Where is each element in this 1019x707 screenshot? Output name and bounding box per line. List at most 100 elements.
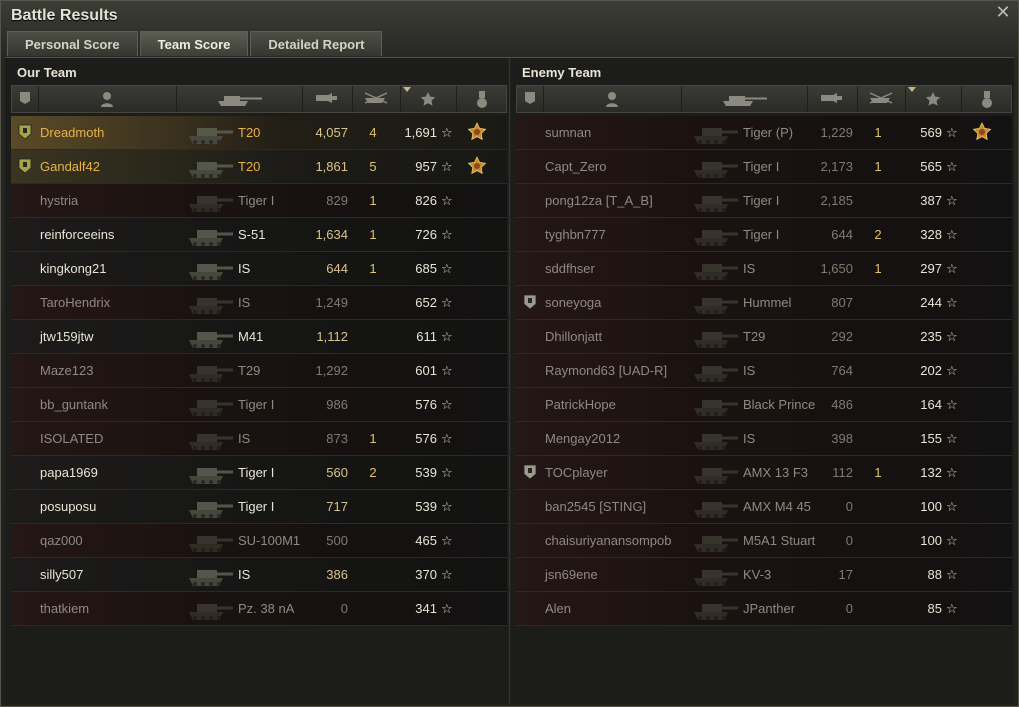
player-name: silly507 bbox=[40, 567, 84, 582]
medal-icon[interactable] bbox=[466, 150, 490, 183]
kills-value bbox=[868, 422, 888, 455]
column-squad-header[interactable] bbox=[12, 86, 39, 112]
star-icon: ☆ bbox=[946, 431, 958, 446]
player-name: jtw159jtw bbox=[40, 329, 94, 344]
damage-value: 0 bbox=[845, 499, 853, 514]
player-name: hystria bbox=[40, 193, 79, 208]
player-name: qaz000 bbox=[40, 533, 83, 548]
player-row[interactable]: Mengay2012 IS 398 155 ☆ bbox=[516, 422, 1012, 456]
star-icon: ☆ bbox=[441, 159, 453, 174]
experience-value: 132 bbox=[920, 465, 942, 480]
kills-value: 1 bbox=[369, 193, 377, 208]
player-row[interactable]: kingkong21 IS 644 1 685 ☆ bbox=[11, 252, 507, 286]
experience-value: 465 bbox=[415, 533, 437, 548]
column-player-header[interactable] bbox=[38, 86, 177, 112]
damage-value: 4,057 bbox=[315, 125, 348, 140]
column-damage-header[interactable] bbox=[807, 86, 858, 112]
column-player-header[interactable] bbox=[543, 86, 682, 112]
player-row[interactable]: Gandalf42 T20 1,861 5 957 ☆ bbox=[11, 150, 507, 184]
player-row[interactable]: Maze123 T29 1,292 601 ☆ bbox=[11, 354, 507, 388]
damage-value: 829 bbox=[326, 193, 348, 208]
damage-value: 112 bbox=[832, 465, 853, 480]
vehicle-icon bbox=[686, 422, 746, 455]
player-row[interactable]: papa1969 Tiger I 560 2 539 ☆ bbox=[11, 456, 507, 490]
player-row[interactable]: sddfhser IS 1,650 1 297 ☆ bbox=[516, 252, 1012, 286]
experience-value: 565 bbox=[920, 159, 942, 174]
vehicle-icon bbox=[181, 558, 241, 591]
damage-value: 986 bbox=[326, 397, 348, 412]
player-row[interactable]: reinforceeins S-51 1,634 1 726 ☆ bbox=[11, 218, 507, 252]
window-title: Battle Results bbox=[11, 7, 118, 24]
medal-icon[interactable] bbox=[466, 116, 490, 149]
experience-value: 685 bbox=[415, 261, 437, 276]
player-row[interactable]: chaisuriyanansompob M5A1 Stuart 0 100 ☆ bbox=[516, 524, 1012, 558]
column-vehicle-header[interactable] bbox=[681, 86, 808, 112]
player-row[interactable]: jsn69ene KV-3 17 88 ☆ bbox=[516, 558, 1012, 592]
star-icon: ☆ bbox=[946, 295, 958, 310]
player-row[interactable]: ban2545 [STING] AMX M4 45 0 100 ☆ bbox=[516, 490, 1012, 524]
experience-value: 576 bbox=[415, 397, 437, 412]
player-row[interactable]: ISOLATED IS 873 1 576 ☆ bbox=[11, 422, 507, 456]
column-medal-header[interactable] bbox=[961, 86, 1014, 112]
column-vehicle-header[interactable] bbox=[176, 86, 303, 112]
tab-personal-score[interactable]: Personal Score bbox=[7, 31, 138, 56]
kills-value: 5 bbox=[369, 159, 377, 174]
star-icon: ☆ bbox=[946, 533, 958, 548]
player-row[interactable]: pong12za [T_A_B] Tiger I 2,185 387 ☆ bbox=[516, 184, 1012, 218]
player-row[interactable]: tyghbn777 Tiger I 644 2 328 ☆ bbox=[516, 218, 1012, 252]
kills-value bbox=[363, 320, 383, 353]
player-row[interactable]: bb_guntank Tiger I 986 576 ☆ bbox=[11, 388, 507, 422]
vehicle-icon bbox=[181, 524, 241, 557]
player-row[interactable]: Capt_Zero Tiger I 2,173 1 565 ☆ bbox=[516, 150, 1012, 184]
experience-value: 652 bbox=[415, 295, 437, 310]
player-row[interactable]: hystria Tiger I 829 1 826 ☆ bbox=[11, 184, 507, 218]
kills-value bbox=[868, 558, 888, 591]
player-row[interactable]: silly507 IS 386 370 ☆ bbox=[11, 558, 507, 592]
squad-icon bbox=[523, 286, 539, 319]
experience-value: 576 bbox=[415, 431, 437, 446]
vehicle-icon bbox=[686, 150, 746, 183]
kills-value bbox=[363, 592, 383, 625]
player-row[interactable]: Dhillonjatt T29 292 235 ☆ bbox=[516, 320, 1012, 354]
player-row[interactable]: PatrickHope Black Prince 486 164 ☆ bbox=[516, 388, 1012, 422]
player-row[interactable]: posuposu Tiger I 717 539 ☆ bbox=[11, 490, 507, 524]
star-icon: ☆ bbox=[441, 601, 453, 616]
vehicle-icon bbox=[181, 116, 241, 149]
enemy-team-header bbox=[516, 85, 1014, 113]
player-row[interactable]: Dreadmoth T20 4,057 4 1,691 ☆ bbox=[11, 116, 507, 150]
column-squad-header[interactable] bbox=[517, 86, 544, 112]
column-kills-header[interactable] bbox=[352, 86, 401, 112]
kills-value: 4 bbox=[369, 125, 377, 140]
star-icon: ☆ bbox=[946, 465, 958, 480]
close-icon[interactable]: ✕ bbox=[994, 3, 1012, 21]
star-icon: ☆ bbox=[441, 533, 453, 548]
player-row[interactable]: sumnan Tiger (P) 1,229 1 569 ☆ bbox=[516, 116, 1012, 150]
player-row[interactable]: thatkiem Pz. 38 nA 0 341 ☆ bbox=[11, 592, 507, 626]
damage-value: 764 bbox=[831, 363, 853, 378]
experience-value: 957 bbox=[415, 159, 437, 174]
experience-value: 297 bbox=[920, 261, 942, 276]
player-row[interactable]: jtw159jtw M41 1,112 611 ☆ bbox=[11, 320, 507, 354]
player-row[interactable]: soneyoga Hummel 807 244 ☆ bbox=[516, 286, 1012, 320]
player-row[interactable]: Raymond63 [UAD-R] IS 764 202 ☆ bbox=[516, 354, 1012, 388]
star-icon: ☆ bbox=[441, 295, 453, 310]
player-name: tyghbn777 bbox=[545, 227, 606, 242]
medal-icon[interactable] bbox=[971, 116, 995, 149]
column-medal-header[interactable] bbox=[456, 86, 509, 112]
kills-value: 1 bbox=[874, 261, 882, 276]
column-damage-header[interactable] bbox=[302, 86, 353, 112]
damage-value: 486 bbox=[831, 397, 853, 412]
player-row[interactable]: qaz000 SU-100M1 500 465 ☆ bbox=[11, 524, 507, 558]
damage-value: 644 bbox=[326, 261, 348, 276]
sort-indicator-icon bbox=[403, 87, 411, 92]
vehicle-icon bbox=[181, 592, 241, 625]
column-kills-header[interactable] bbox=[857, 86, 906, 112]
tab-detailed-report[interactable]: Detailed Report bbox=[250, 31, 383, 56]
vehicle-icon bbox=[181, 456, 241, 489]
tab-team-score[interactable]: Team Score bbox=[139, 31, 249, 56]
player-row[interactable]: TOCplayer AMX 13 F3 112 1 132 ☆ bbox=[516, 456, 1012, 490]
damage-value: 1,249 bbox=[315, 295, 348, 310]
our-team-title: Our Team bbox=[17, 65, 77, 80]
player-row[interactable]: Alen JPanther 0 85 ☆ bbox=[516, 592, 1012, 626]
player-row[interactable]: TaroHendrix IS 1,249 652 ☆ bbox=[11, 286, 507, 320]
